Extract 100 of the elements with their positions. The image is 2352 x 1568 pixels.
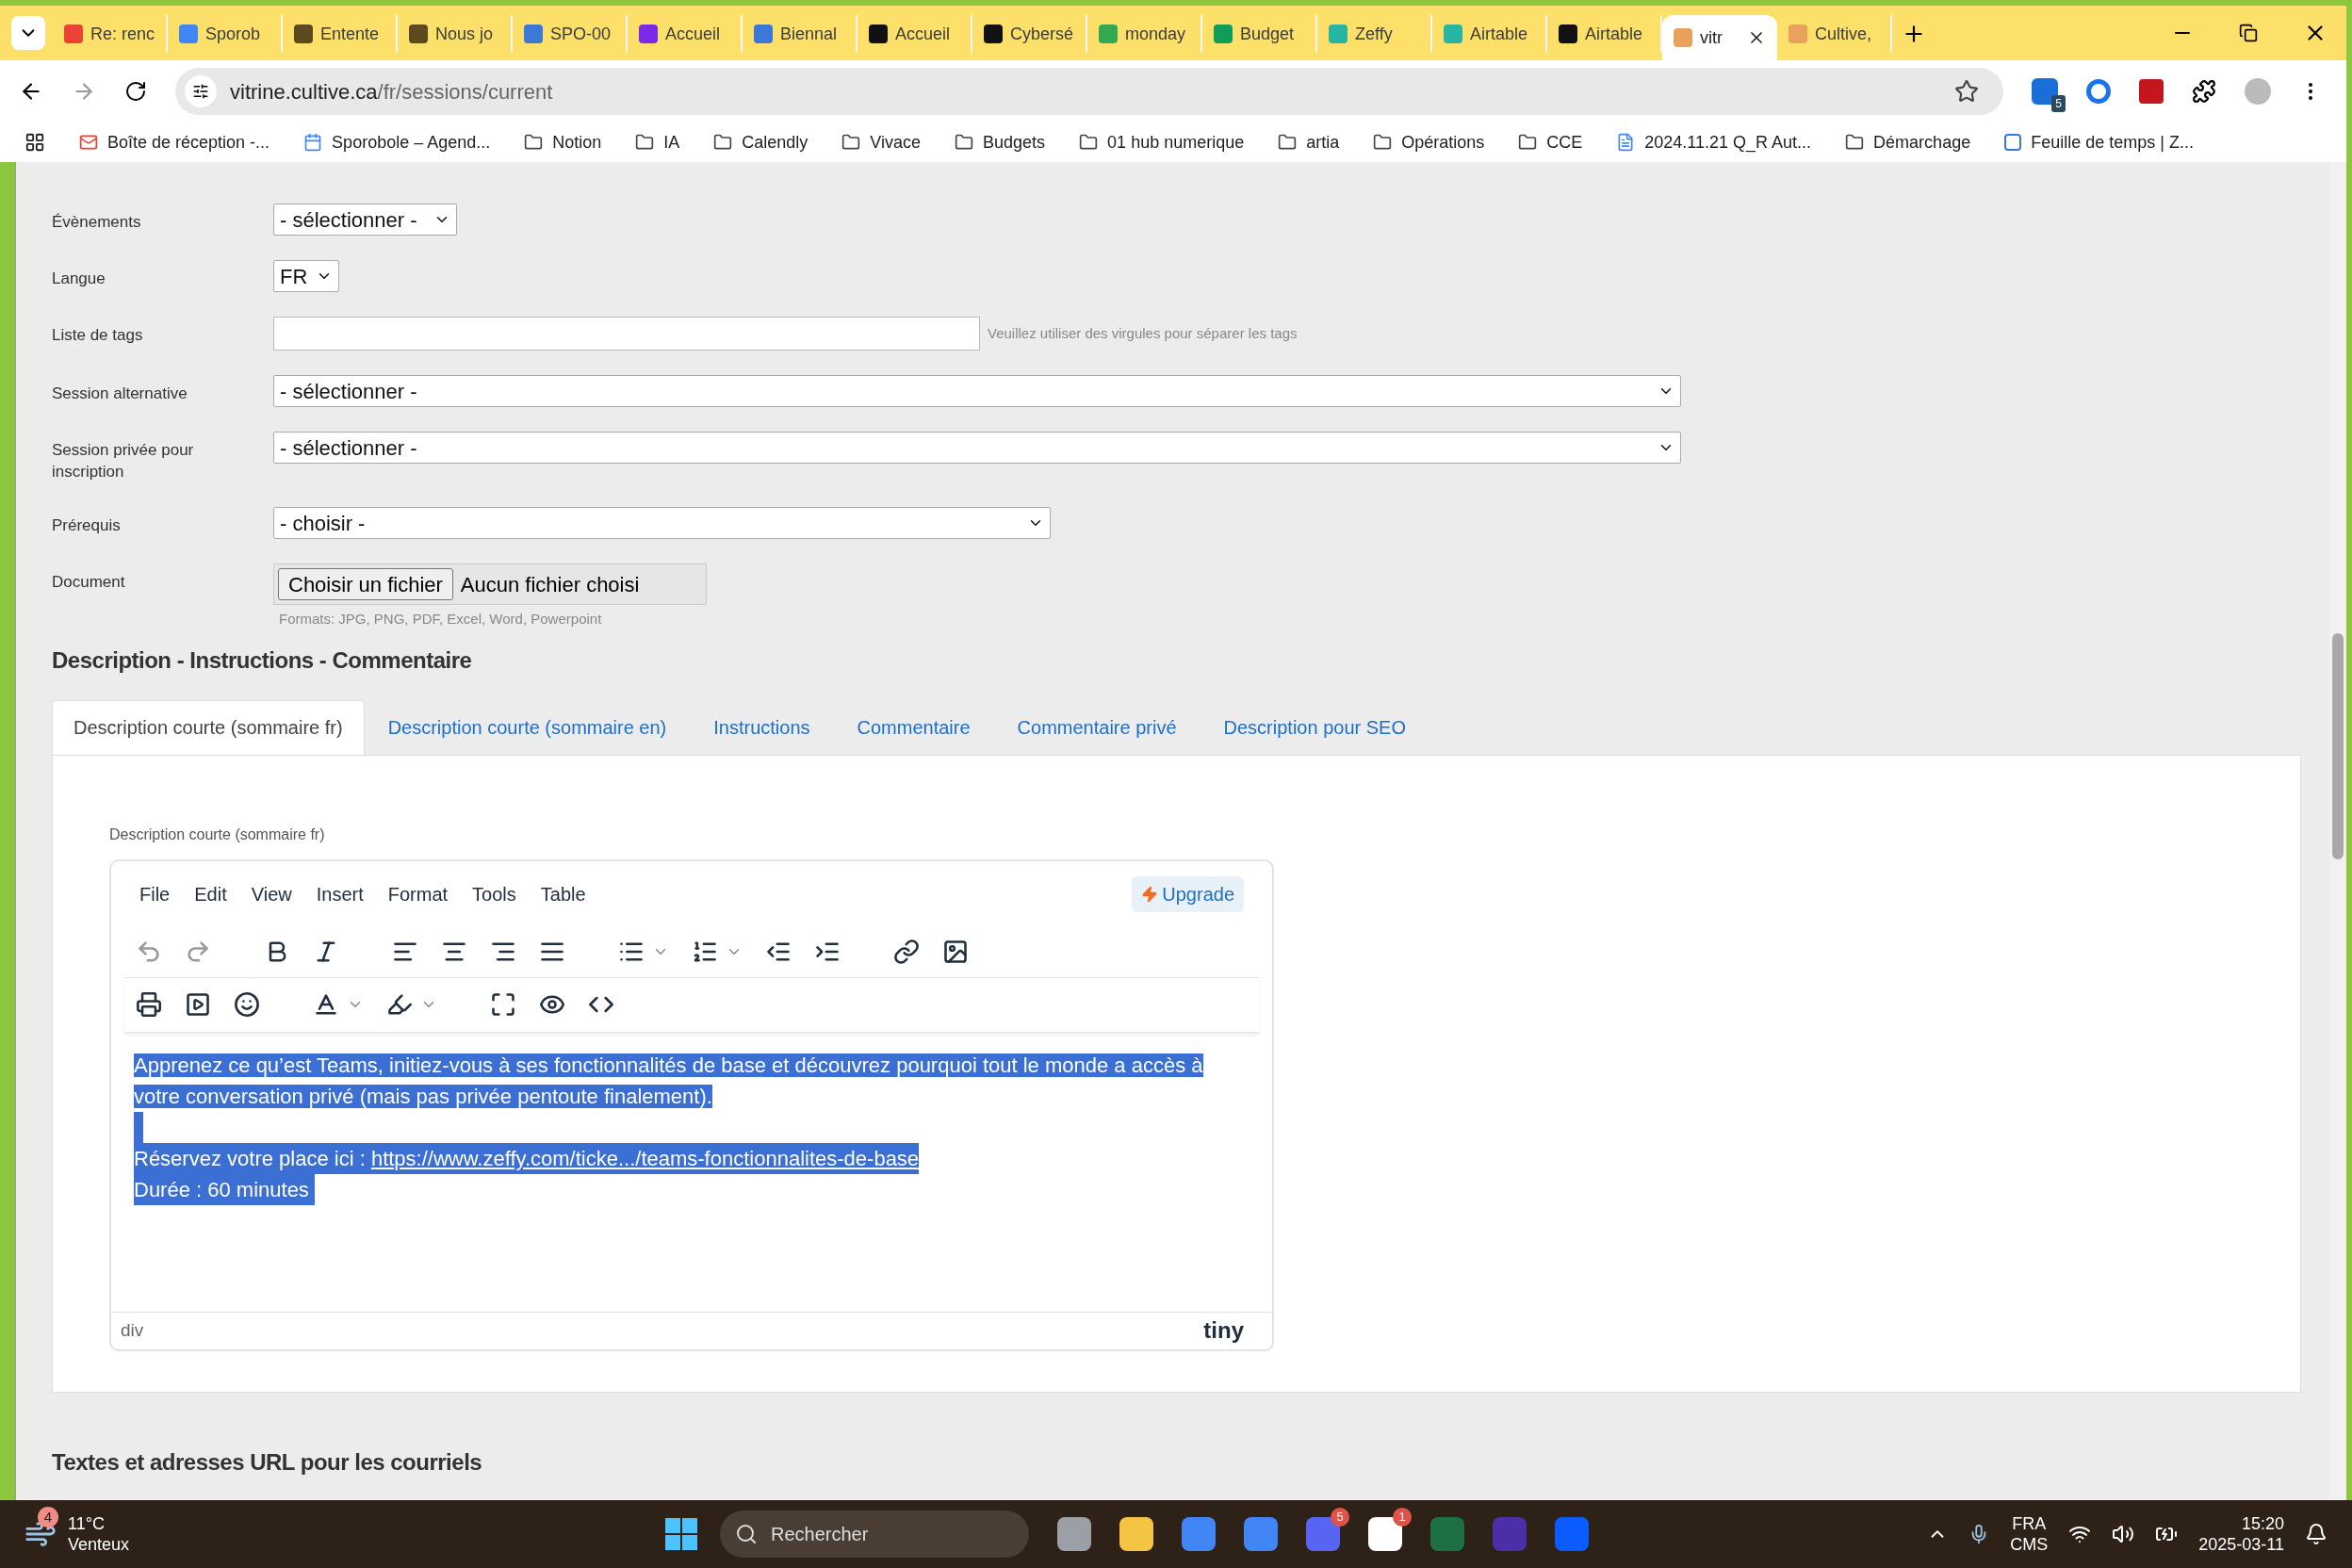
fullscreen-icon[interactable] — [490, 991, 516, 1018]
scrollbar[interactable] — [2329, 162, 2346, 1500]
menu-item[interactable]: File — [139, 879, 171, 908]
undo-icon[interactable] — [136, 939, 162, 965]
input-language[interactable]: FRA — [2012, 1513, 2047, 1534]
extensions-icon[interactable] — [2192, 79, 2216, 104]
menu-item[interactable]: Format — [387, 879, 449, 908]
site-icon — [869, 24, 888, 43]
lightning-icon — [1141, 885, 1159, 903]
booking-link[interactable]: https://www.zeffy.com/ticke.../teams-fonctionnalites-de-base — [370, 1146, 920, 1170]
clock-date[interactable]: 2025-03-11 — [2198, 1534, 2284, 1555]
restore-icon[interactable] — [2239, 24, 2258, 42]
field-label: Langue — [52, 269, 106, 289]
bookmark-star-icon[interactable] — [1954, 79, 1979, 104]
choose-file-button[interactable]: Choisir un fichier — [278, 568, 453, 600]
select-field[interactable]: FR — [273, 260, 339, 292]
tab[interactable]: Commentaire — [833, 699, 994, 755]
site-icon — [1214, 24, 1233, 43]
browser-tab[interactable]: Biennal — [743, 15, 858, 53]
menu-item[interactable]: Insert — [316, 879, 364, 908]
upgrade-button[interactable]: Upgrade — [1132, 875, 1244, 912]
tab-search-button[interactable] — [11, 16, 45, 50]
browser-tab[interactable]: Nous jo — [398, 15, 513, 53]
bookmark-item[interactable]: Démarchage — [1845, 129, 1971, 155]
reload-icon[interactable] — [124, 80, 147, 103]
notification-icon[interactable] — [2305, 1523, 2328, 1545]
tab[interactable]: Commentaire privé — [993, 699, 1200, 755]
site-icon — [2004, 134, 2022, 151]
field-label: Prérequis — [52, 515, 122, 536]
bookmark-item[interactable]: artia — [1278, 129, 1340, 155]
browser-tab[interactable]: Budget — [1202, 15, 1317, 53]
tab[interactable]: Description courte (sommaire fr) — [52, 699, 365, 755]
site-icon — [1329, 24, 1348, 43]
tab[interactable]: Description pour SEO — [1200, 699, 1429, 755]
taskbar-app-icon[interactable] — [1057, 1517, 1091, 1551]
tab[interactable]: Instructions — [690, 699, 834, 755]
site-icon — [1674, 28, 1692, 47]
numbered-list-icon[interactable] — [692, 939, 718, 965]
browser-tab[interactable]: Zeffy — [1317, 15, 1432, 53]
file-input-field[interactable]: Choisir un fichier Aucun fichier choisi — [273, 564, 707, 605]
bookmark-item[interactable]: Notion — [524, 129, 602, 155]
folder-icon — [1845, 133, 1865, 152]
booking-text: Réservez votre place ici : https://www.zeffy.com/ticke.../teams-fonctionnalites-de-base — [134, 1142, 920, 1174]
address-bar[interactable]: vitrine.cultive.ca/fr/sessions/current — [175, 68, 2003, 115]
volume-icon[interactable] — [2112, 1523, 2135, 1545]
bookmark-item[interactable]: 2024.11.21 Q_R Aut... — [1616, 129, 1812, 155]
select-field[interactable]: - sélectionner - — [273, 375, 1681, 407]
site-icon — [179, 24, 198, 43]
taskbar-search-field[interactable]: Rechercher — [720, 1511, 1029, 1558]
start-icon[interactable] — [665, 1518, 697, 1550]
browser-tab[interactable]: SPO-00 — [513, 15, 628, 53]
text-color-icon[interactable] — [313, 991, 339, 1018]
redo-icon[interactable] — [185, 939, 211, 965]
browser-tab[interactable]: Re: renc — [53, 15, 168, 53]
site-icon — [1559, 24, 1577, 43]
bookmark-item[interactable]: Calendly — [713, 129, 808, 155]
browser-tab[interactable]: Cultive, — [1777, 15, 1892, 53]
select-field[interactable]: - choisir - — [273, 507, 1051, 539]
print-icon[interactable] — [136, 991, 162, 1018]
bookmark-item[interactable]: Feuille de temps | Z... — [2004, 129, 2194, 155]
menu-item[interactable]: Table — [540, 879, 586, 908]
browser-tab[interactable]: Airtable — [1432, 15, 1547, 53]
file-status: Aucun fichier choisi — [460, 571, 640, 598]
extension-icon[interactable] — [2032, 78, 2058, 105]
media-icon[interactable] — [185, 991, 211, 1018]
taskbar-app-icon[interactable] — [1119, 1517, 1153, 1551]
browser-tab[interactable]: monday — [1087, 15, 1202, 53]
extension-icon[interactable] — [2086, 79, 2111, 104]
tiny-logo[interactable]: tiny — [1203, 1314, 1244, 1348]
bookmark-item[interactable]: CCE — [1518, 129, 1583, 155]
bookmark-item[interactable]: Vivace — [841, 129, 922, 155]
clock-time[interactable]: 15:20 — [2241, 1513, 2284, 1534]
tags-input-field[interactable] — [273, 317, 980, 351]
emoji-icon[interactable] — [234, 991, 260, 1018]
bookmark-item[interactable]: Opérations — [1373, 129, 1485, 155]
browser-tab[interactable]: Accueil — [628, 15, 743, 53]
menu-item[interactable]: View — [251, 879, 292, 908]
bookmark-item[interactable]: Boîte de réception -... — [79, 129, 270, 155]
menu-item[interactable]: Tools — [472, 879, 516, 908]
select-field[interactable]: - sélectionner - — [273, 432, 1681, 464]
browser-tab[interactable]: vitr — [1662, 15, 1777, 60]
highlight-icon[interactable] — [386, 991, 413, 1018]
browser-tab[interactable]: Sporob — [168, 15, 283, 53]
menu-item[interactable]: Edit — [194, 879, 227, 908]
browser-tab[interactable]: Accueil — [858, 15, 972, 53]
link-icon[interactable] — [893, 939, 920, 965]
tab[interactable]: Description courte (sommaire en) — [364, 699, 691, 755]
apps-grid-icon[interactable] — [24, 132, 45, 153]
keyboard-layout[interactable]: CMS — [2010, 1534, 2049, 1555]
bookmark-item[interactable]: IA — [635, 129, 680, 155]
site-info-button[interactable] — [185, 75, 217, 107]
site-icon — [1099, 24, 1118, 43]
bookmark-item[interactable]: Budgets — [955, 129, 1046, 155]
field-hint: Formats: JPG, PNG, PDF, Excel, Word, Powerpoint — [278, 610, 603, 629]
browser-tab[interactable]: Entente — [283, 15, 398, 53]
select-field[interactable]: - sélectionner - — [273, 204, 457, 236]
image-icon[interactable] — [942, 939, 969, 965]
bookmark-item[interactable]: Sporobole – Agend... — [303, 129, 491, 155]
bookmark-item[interactable]: 01 hub numerique — [1079, 129, 1245, 155]
browser-tab[interactable]: Cybersé — [972, 15, 1087, 53]
